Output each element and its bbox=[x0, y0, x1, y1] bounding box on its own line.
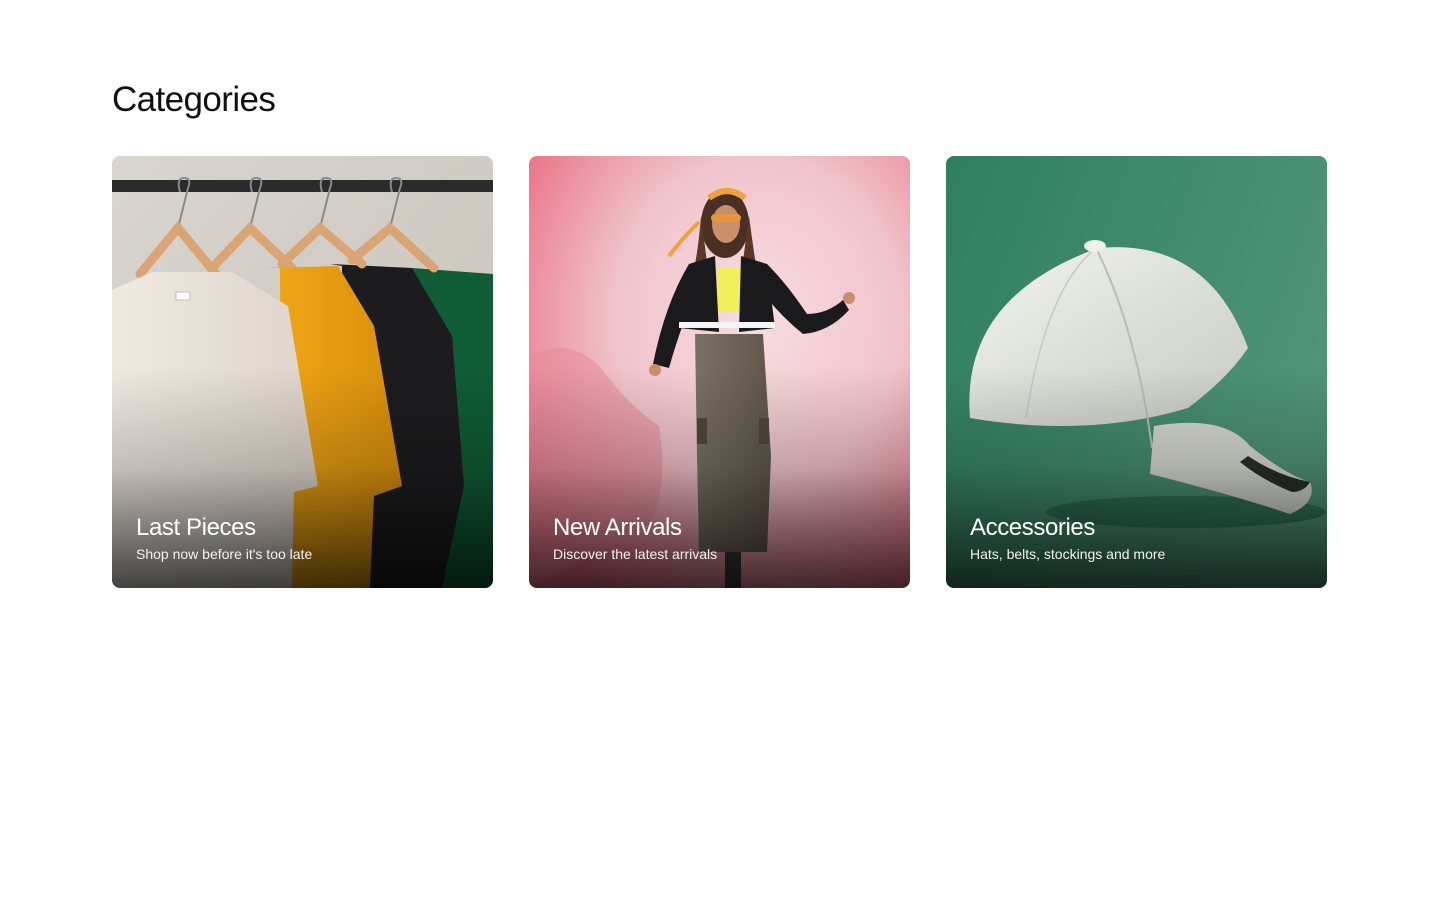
category-title: Last Pieces bbox=[136, 514, 256, 541]
category-subtitle: Discover the latest arrivals bbox=[553, 546, 718, 562]
category-card-accessories[interactable]: Accessories Hats, belts, stockings and m… bbox=[946, 156, 1327, 588]
card-caption: New Arrivals Discover the latest arrival… bbox=[553, 513, 717, 563]
category-subtitle: Shop now before it's too late bbox=[136, 546, 313, 562]
category-title: Accessories bbox=[970, 514, 1095, 541]
category-subtitle: Hats, belts, stockings and more bbox=[970, 546, 1166, 562]
card-caption: Accessories Hats, belts, stockings and m… bbox=[970, 513, 1165, 563]
categories-section: Categories Last Pieces Shop now before i… bbox=[112, 78, 1328, 588]
card-caption: Last Pieces Shop now before it's too lat… bbox=[136, 513, 312, 563]
category-title: New Arrivals bbox=[553, 514, 682, 541]
category-grid: Last Pieces Shop now before it's too lat… bbox=[112, 156, 1327, 588]
category-card-new-arrivals[interactable]: New Arrivals Discover the latest arrival… bbox=[529, 156, 910, 588]
category-card-last-pieces[interactable]: Last Pieces Shop now before it's too lat… bbox=[112, 156, 493, 588]
page-title: Categories bbox=[112, 80, 276, 119]
